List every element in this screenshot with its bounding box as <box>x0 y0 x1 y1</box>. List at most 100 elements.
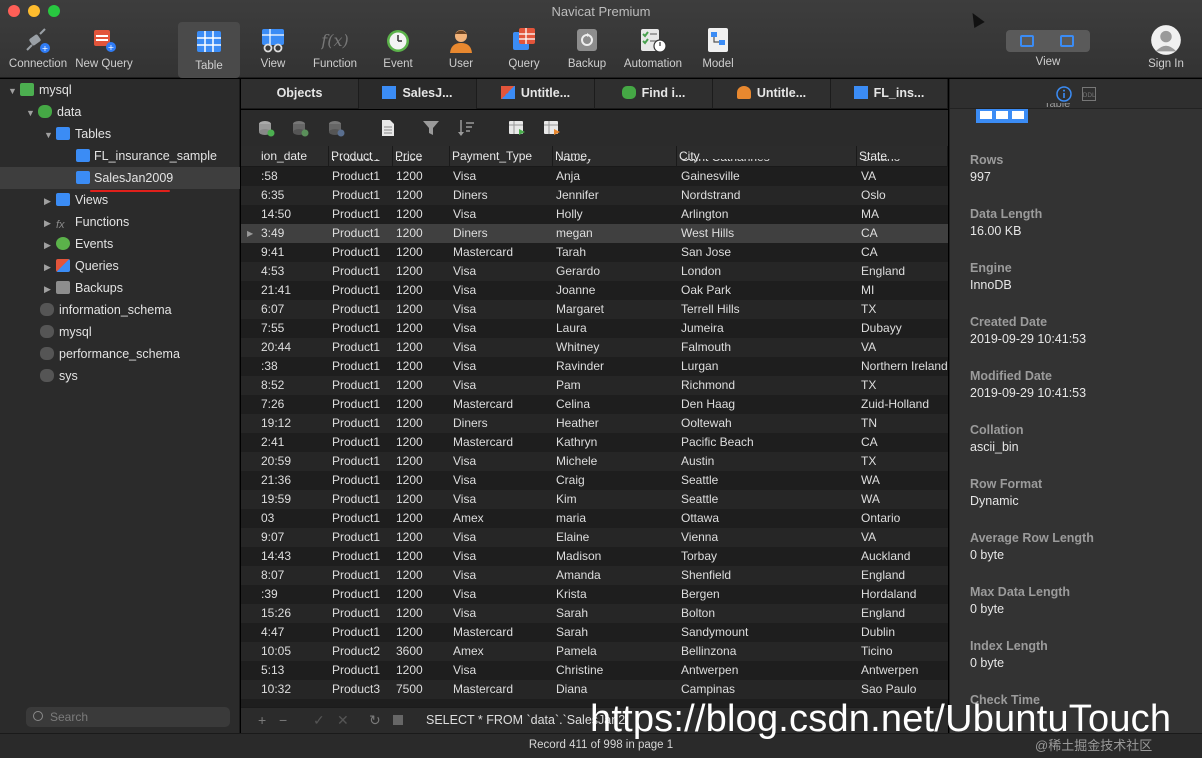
table-cell[interactable]: megan <box>556 224 676 243</box>
table-cell[interactable]: Pamela <box>556 642 676 661</box>
table-cell[interactable]: 9:41 <box>261 243 327 262</box>
begin-transaction-icon[interactable] <box>257 119 275 137</box>
table-cell[interactable]: Richmond <box>681 376 857 395</box>
table-cell[interactable]: Christine <box>556 661 676 680</box>
table-cell[interactable]: Sandymount <box>681 623 857 642</box>
import-icon[interactable] <box>508 119 526 137</box>
table-cell[interactable]: Visa <box>453 661 553 680</box>
table-row[interactable]: 9:07 Product1 1200 Visa Elaine Vienna VA <box>241 528 948 547</box>
table-cell[interactable]: Visa <box>453 528 553 547</box>
toolbar-function-button[interactable]: f(x) Function <box>304 24 366 76</box>
table-cell[interactable]: Product1 <box>332 319 392 338</box>
tree-item-backups[interactable]: ▶ Backups <box>44 277 123 299</box>
table-cell[interactable]: 8:07 <box>261 566 327 585</box>
table-cell[interactable]: 7:26 <box>261 395 327 414</box>
table-cell[interactable]: TN <box>861 414 948 433</box>
table-cell[interactable]: Product1 <box>332 262 392 281</box>
tab-fl-insurance[interactable]: FL_ins... <box>831 79 948 109</box>
tree-item-salesjan2009[interactable]: SalesJan2009 <box>76 167 173 189</box>
table-cell[interactable]: 5:13 <box>261 661 327 680</box>
toolbar-table-button[interactable]: Table <box>178 22 240 78</box>
table-cell[interactable]: 1200 <box>396 471 448 490</box>
table-cell[interactable]: Seattle <box>681 471 857 490</box>
table-cell[interactable]: VA <box>861 528 948 547</box>
table-row[interactable]: :39 Product1 1200 Visa Krista Bergen Hordaland <box>241 585 948 604</box>
table-cell[interactable]: Product1 <box>332 452 392 471</box>
table-cell[interactable]: 15:26 <box>261 604 327 623</box>
export-icon[interactable] <box>543 119 561 137</box>
table-row[interactable]: 9:41 Product1 1200 Mastercard Tarah San Jose C… <box>241 243 948 262</box>
table-cell[interactable]: Nordstrand <box>681 186 857 205</box>
table-cell[interactable]: 1200 <box>396 376 448 395</box>
table-cell[interactable]: CA <box>861 224 948 243</box>
tree-item-tables[interactable]: ▼ Tables <box>44 123 111 145</box>
table-cell[interactable]: Ontario <box>861 509 948 528</box>
table-cell[interactable]: Product1 <box>332 414 392 433</box>
tree-item-performance-schema[interactable]: performance_schema <box>40 343 180 365</box>
table-cell[interactable]: 4:47 <box>261 623 327 642</box>
table-row[interactable]: 14:50 Product1 1200 Visa Holly Arlington MA <box>241 205 948 224</box>
table-row[interactable]: 03 Product1 1200 Amex maria Ottawa Ontario <box>241 509 948 528</box>
table-cell[interactable]: Zuid-Holland <box>861 395 948 414</box>
table-cell[interactable]: 1200 <box>396 547 448 566</box>
tree-item-queries[interactable]: ▶ Queries <box>44 255 119 277</box>
table-cell[interactable]: 4:53 <box>261 262 327 281</box>
table-cell[interactable]: Den Haag <box>681 395 857 414</box>
tree-item-views[interactable]: ▶ Views <box>44 189 108 211</box>
table-cell[interactable]: 19:12 <box>261 414 327 433</box>
table-cell[interactable]: 14:43 <box>261 547 327 566</box>
table-cell[interactable]: Visa <box>453 471 553 490</box>
refresh-icon[interactable]: ↻ <box>369 712 381 729</box>
table-cell[interactable]: Visa <box>453 452 553 471</box>
table-cell[interactable]: 1200 <box>396 167 448 186</box>
toolbar-user-button[interactable]: User <box>430 24 492 76</box>
table-cell[interactable]: Ravinder <box>556 357 676 376</box>
table-cell[interactable]: Craig <box>556 471 676 490</box>
view-mode-toggle[interactable] <box>1006 30 1090 52</box>
table-cell[interactable]: :58 <box>261 167 327 186</box>
table-cell[interactable]: Dublin <box>861 623 948 642</box>
table-cell[interactable]: Bellinzona <box>681 642 857 661</box>
apply-changes-icon[interactable]: ✓ <box>313 712 325 729</box>
table-cell[interactable]: Product1 <box>332 186 392 205</box>
table-cell[interactable]: Bergen <box>681 585 857 604</box>
table-row-partial[interactable]: Product1 1200 Tracey Saint Catharines On… <box>241 159 948 167</box>
table-cell[interactable]: TX <box>861 300 948 319</box>
table-cell[interactable]: Visa <box>453 357 553 376</box>
table-cell[interactable]: Lurgan <box>681 357 857 376</box>
table-cell[interactable]: Bolton <box>681 604 857 623</box>
table-cell[interactable]: West Hills <box>681 224 857 243</box>
table-cell[interactable]: CA <box>861 433 948 452</box>
table-cell[interactable]: Visa <box>453 585 553 604</box>
rollback-icon[interactable] <box>327 119 345 137</box>
table-cell[interactable]: Gerardo <box>556 262 676 281</box>
table-cell[interactable]: England <box>861 262 948 281</box>
table-cell[interactable]: Product1 <box>332 395 392 414</box>
table-cell[interactable]: 1200 <box>396 566 448 585</box>
table-row[interactable]: :38 Product1 1200 Visa Ravinder Lurgan Norther… <box>241 357 948 376</box>
table-cell[interactable]: Jumeira <box>681 319 857 338</box>
expand-arrow-icon[interactable]: ▶ <box>44 190 56 212</box>
table-cell[interactable]: 1200 <box>396 224 448 243</box>
table-cell[interactable]: 1200 <box>396 604 448 623</box>
toolbar-connection-button[interactable]: + Connection <box>7 24 69 76</box>
toolbar-query-button[interactable]: Query <box>493 24 555 76</box>
table-cell[interactable]: 6:07 <box>261 300 327 319</box>
filter-icon[interactable] <box>422 119 440 137</box>
table-cell[interactable]: Product1 <box>332 281 392 300</box>
table-cell[interactable]: Torbay <box>681 547 857 566</box>
expand-arrow-icon[interactable]: ▶ <box>44 212 56 234</box>
table-cell[interactable]: Product3 <box>332 680 392 699</box>
table-cell[interactable]: Visa <box>453 338 553 357</box>
table-row[interactable]: 8:07 Product1 1200 Visa Amanda Shenfield Engla… <box>241 566 948 585</box>
table-cell[interactable]: Visa <box>453 547 553 566</box>
table-cell[interactable]: Auckland <box>861 547 948 566</box>
table-cell[interactable]: Heather <box>556 414 676 433</box>
table-cell[interactable]: 10:32 <box>261 680 327 699</box>
toolbar-event-button[interactable]: Event <box>367 24 429 76</box>
table-cell[interactable]: Celina <box>556 395 676 414</box>
table-cell[interactable]: Product1 <box>332 338 392 357</box>
table-row[interactable]: 15:26 Product1 1200 Visa Sarah Bolton England <box>241 604 948 623</box>
table-cell[interactable]: Mastercard <box>453 243 553 262</box>
table-cell[interactable]: Oslo <box>861 186 948 205</box>
